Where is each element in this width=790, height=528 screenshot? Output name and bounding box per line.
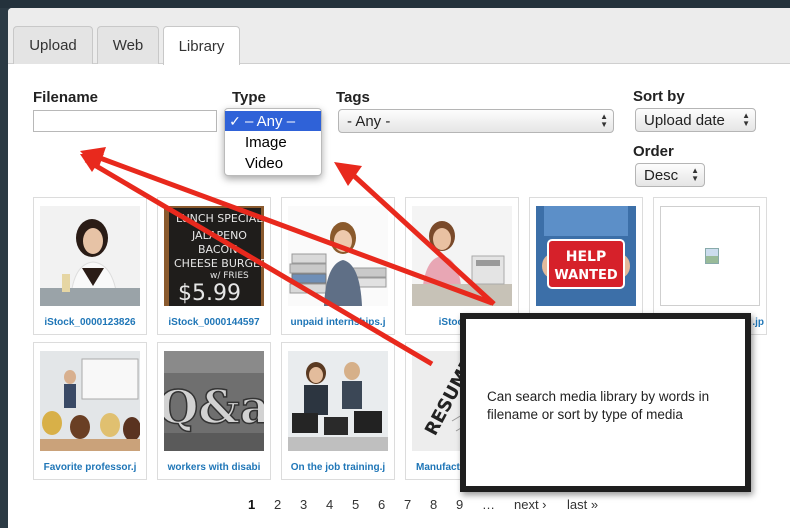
qa-letters-photo: Q&a [164, 351, 264, 451]
page-9[interactable]: 9 [456, 497, 463, 512]
media-caption[interactable]: workers with disabi [158, 462, 270, 473]
svg-text:$5.99: $5.99 [178, 281, 241, 306]
svg-text:Q&a: Q&a [164, 380, 264, 434]
media-caption[interactable]: Favorite professor.j [34, 462, 146, 473]
media-caption[interactable]: On the job training.j [282, 462, 394, 473]
type-option-image-label: Image [245, 133, 287, 151]
page-8[interactable]: 8 [430, 497, 437, 512]
media-item[interactable]: unpaid internships.j [281, 197, 395, 335]
media-item[interactable]: Q&a workers with disabi [157, 342, 271, 480]
media-item[interactable]: On the job training.j [281, 342, 395, 480]
broken-image-icon [660, 206, 760, 306]
media-item[interactable]: iStock_0000123826 [33, 197, 147, 335]
type-option-any-label: – Any – [245, 112, 296, 130]
nurse-at-desk-photo [412, 206, 512, 306]
media-caption[interactable]: unpaid internships.j [282, 317, 394, 328]
page-2[interactable]: 2 [274, 497, 281, 512]
tags-select[interactable]: - Any - ▲ ▼ [338, 109, 614, 133]
type-option-video-label: Video [245, 154, 284, 172]
select-arrows-icon: ▲ ▼ [600, 112, 608, 129]
annotation-text: Can search media library by words in fil… [487, 389, 710, 422]
help-wanted-sign-photo: HELP WANTED [536, 206, 636, 306]
select-arrows-icon: ▲ ▼ [742, 111, 750, 128]
tab-library[interactable]: Library [163, 26, 240, 65]
lunch-special-chalkboard-photo: LUNCH SPECIAL JALAPENO BACON CHEESE BURG… [164, 206, 264, 306]
filename-input[interactable] [33, 110, 217, 132]
svg-text:LUNCH SPECIAL: LUNCH SPECIAL [176, 212, 263, 225]
tab-upload[interactable]: Upload [13, 26, 93, 64]
page-7[interactable]: 7 [404, 497, 411, 512]
order-label: Order [633, 143, 674, 160]
tab-web[interactable]: Web [97, 26, 159, 64]
svg-text:CHEESE BURGER: CHEESE BURGER [174, 257, 264, 270]
woman-at-desk-photo [40, 206, 140, 306]
svg-text:BACON: BACON [198, 243, 237, 256]
type-dropdown[interactable]: ✓ – Any – Image Video [224, 108, 322, 176]
window-top-strip [0, 0, 790, 8]
next-page-link[interactable]: next › [514, 497, 547, 512]
woman-with-binders-photo [288, 206, 388, 306]
tab-bar: Upload Web Library [8, 8, 790, 65]
annotation-callout: Can search media library by words in fil… [460, 313, 751, 492]
svg-text:w/ FRIES: w/ FRIES [210, 271, 249, 281]
order-value: Desc [644, 166, 679, 184]
svg-text:WANTED: WANTED [554, 268, 617, 283]
page-ellipsis: … [482, 497, 495, 512]
office-computers-photo [288, 351, 388, 451]
type-option-video[interactable]: Video [225, 153, 321, 173]
tags-label: Tags [336, 89, 370, 106]
type-label: Type [232, 89, 266, 106]
svg-text:HELP: HELP [566, 249, 606, 265]
media-caption[interactable]: iStock_0000144597 [158, 317, 270, 328]
page-4[interactable]: 4 [326, 497, 333, 512]
type-option-image[interactable]: Image [225, 132, 321, 152]
type-option-any[interactable]: ✓ – Any – [225, 111, 321, 131]
page-3[interactable]: 3 [300, 497, 307, 512]
media-caption[interactable]: iStock_0000123826 [34, 317, 146, 328]
page-6[interactable]: 6 [378, 497, 385, 512]
media-item[interactable]: Favorite professor.j [33, 342, 147, 480]
media-item[interactable]: LUNCH SPECIAL JALAPENO BACON CHEESE BURG… [157, 197, 271, 335]
sort-by-label: Sort by [633, 88, 685, 105]
order-select[interactable]: Desc ▲ ▼ [635, 163, 705, 187]
sort-by-value: Upload date [644, 111, 725, 129]
checkmark-icon: ✓ [229, 112, 241, 129]
page-5[interactable]: 5 [352, 497, 359, 512]
svg-text:JALAPENO: JALAPENO [191, 229, 247, 242]
tags-select-value: - Any - [347, 112, 391, 130]
page-1: 1 [248, 497, 256, 512]
pagination: 1 2 3 4 5 6 7 8 9 … next › last » [0, 497, 782, 517]
sort-by-select[interactable]: Upload date ▲ ▼ [635, 108, 756, 132]
filename-label: Filename [33, 89, 99, 106]
classroom-photo [40, 351, 140, 451]
select-arrows-icon: ▲ ▼ [691, 166, 699, 183]
last-page-link[interactable]: last » [567, 497, 598, 512]
